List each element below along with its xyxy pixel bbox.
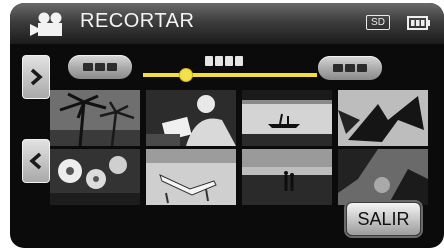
video-camera-icon (30, 12, 62, 36)
camera-screen: RECORTAR SD SALIR (0, 0, 444, 250)
header-bar: RECORTAR SD (10, 3, 444, 44)
next-page-button[interactable] (22, 55, 50, 99)
dark-foliage-image (338, 149, 428, 205)
prev-page-button[interactable] (22, 139, 50, 183)
trim-slider-handle[interactable] (179, 68, 193, 82)
beach-chair-image (146, 149, 236, 205)
trim-panel: RECORTAR SD SALIR (10, 3, 444, 248)
placeholder-block (83, 63, 93, 71)
palm-trees-image (50, 90, 140, 146)
flowers-image (50, 149, 140, 205)
battery-icon (407, 16, 430, 30)
leaves-image (338, 90, 428, 146)
thumbnail-dark-foliage[interactable] (338, 149, 428, 205)
trim-track[interactable] (143, 73, 317, 77)
chevron-left-icon (29, 152, 42, 170)
thumbnail-beach-chair[interactable] (146, 149, 236, 205)
thumbnail-couple-at-sunset[interactable] (242, 149, 332, 205)
couple-at-sunset-image (242, 149, 332, 205)
thumbnail-person-reading[interactable] (146, 90, 236, 146)
placeholder-block (225, 56, 233, 66)
thumbnail-flowers[interactable] (50, 149, 140, 205)
chevron-right-icon (30, 68, 43, 86)
placeholder-block (107, 63, 117, 71)
placeholder-block (205, 56, 213, 66)
end-point-button[interactable] (318, 56, 382, 80)
start-point-button[interactable] (68, 55, 132, 79)
placeholder-block (95, 63, 105, 71)
person-reading-image (146, 90, 236, 146)
canoe-on-lake-image (242, 90, 332, 146)
placeholder-block (345, 64, 355, 72)
placeholder-block (215, 56, 223, 66)
placeholder-block (235, 56, 243, 66)
sd-card-icon: SD (366, 15, 390, 30)
placeholder-block (333, 64, 343, 72)
placeholder-block (357, 64, 367, 72)
thumbnail-canoe-on-lake[interactable] (242, 90, 332, 146)
frame-counter (205, 55, 245, 67)
thumbnail-leaves[interactable] (338, 90, 428, 146)
exit-button[interactable]: SALIR (346, 202, 421, 236)
page-title: RECORTAR (80, 10, 195, 32)
thumbnail-palm-trees[interactable] (50, 90, 140, 146)
